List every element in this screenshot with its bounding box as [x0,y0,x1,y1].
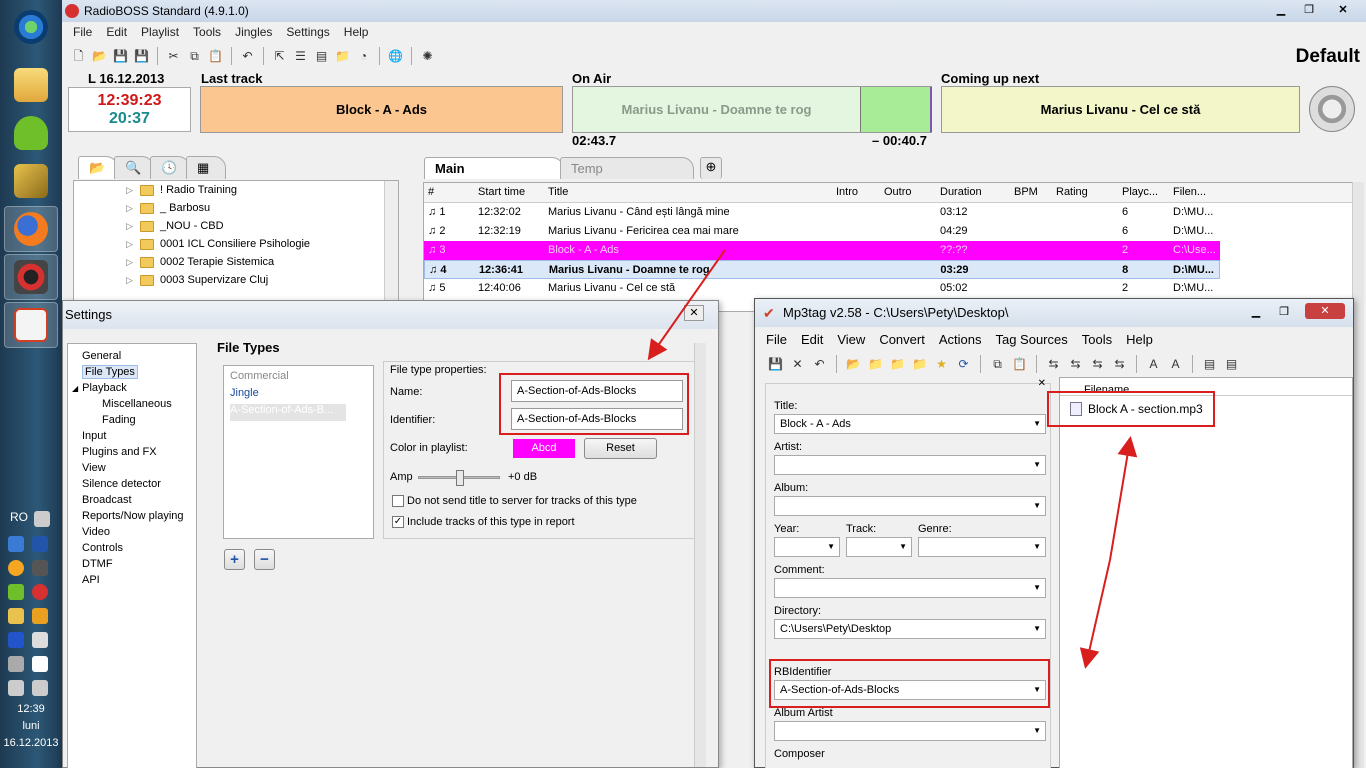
arrow-to-settings [647,249,726,361]
arrow-to-file [1109,436,1138,561]
arrow-to-rbidentifier [1079,559,1111,669]
annotation-arrows [647,249,1138,669]
